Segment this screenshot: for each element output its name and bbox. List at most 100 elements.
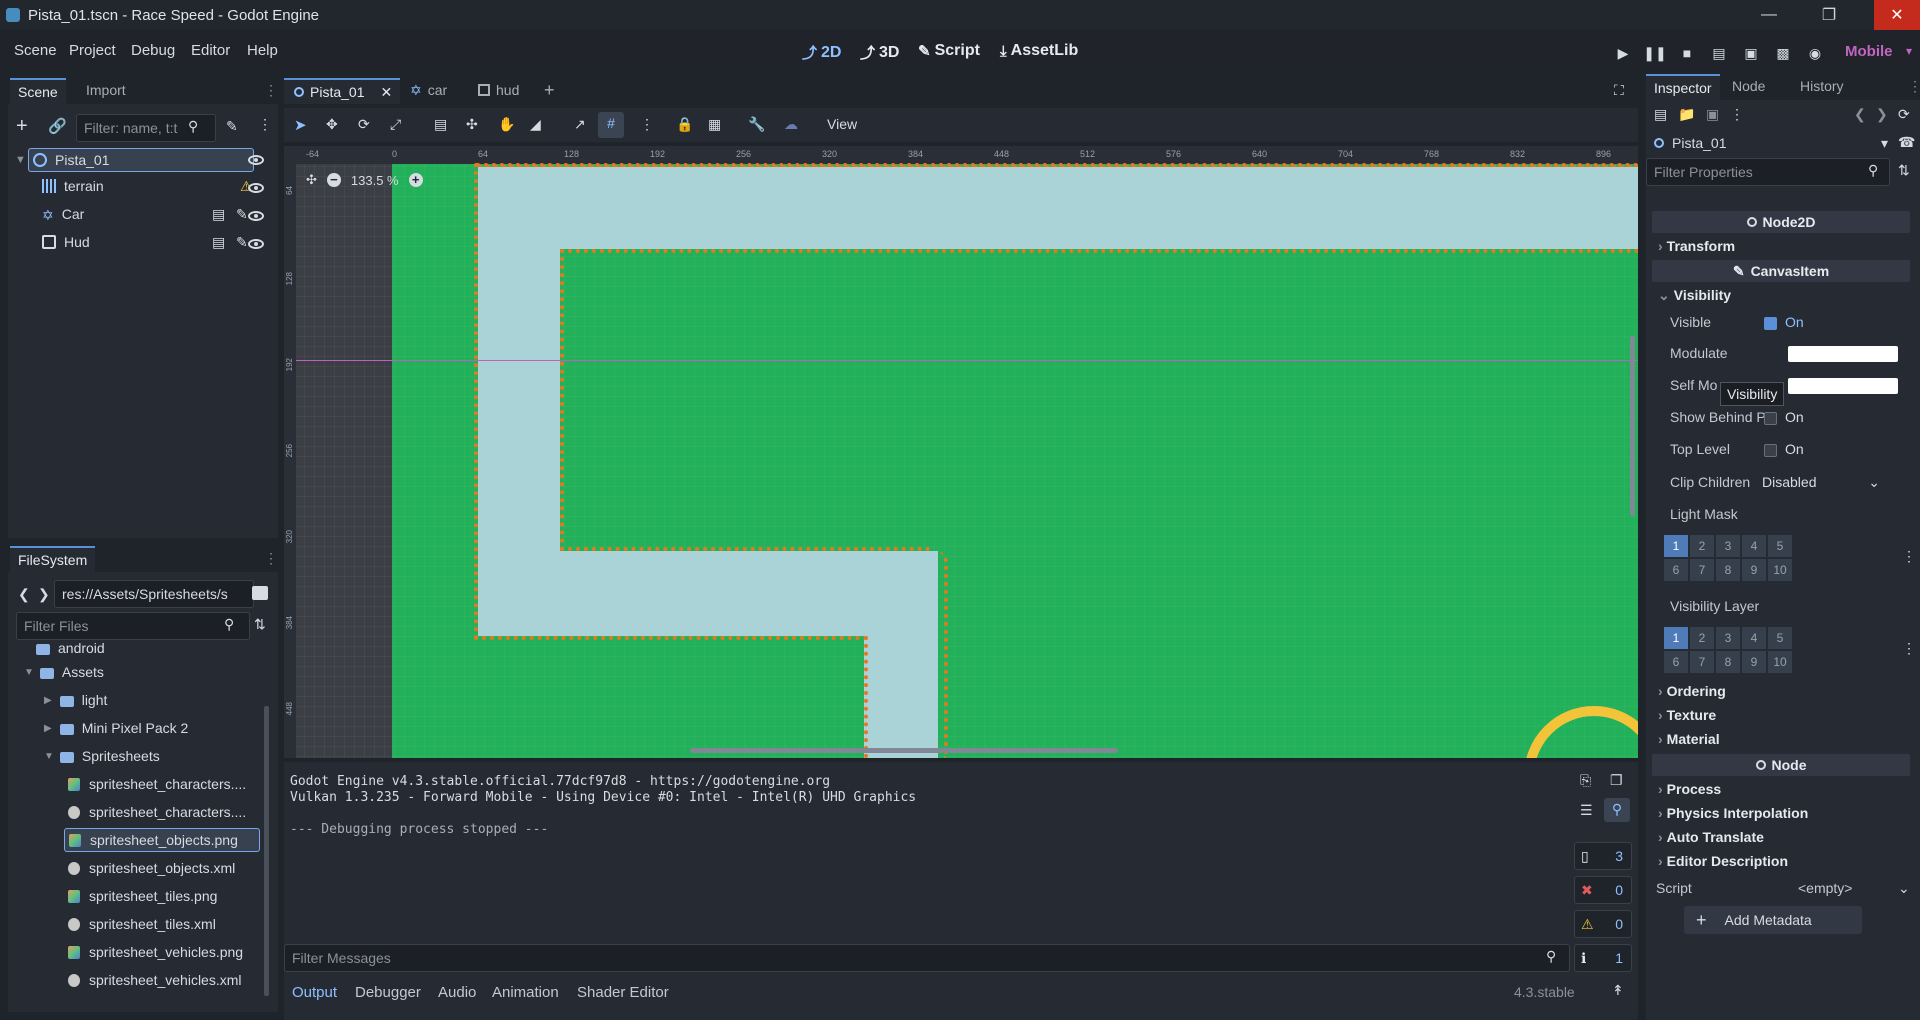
object-selector[interactable]: Pista_01 ▾ (1648, 130, 1888, 156)
chevron-down-icon[interactable]: ⌄ (1898, 880, 1910, 897)
history-back-icon[interactable]: ❮ (1854, 106, 1866, 123)
path-field[interactable]: res://Assets/Spritesheets/s (54, 580, 254, 608)
open-folder-icon[interactable]: 📁 (1678, 106, 1695, 123)
object-docs-icon[interactable]: ☎ (1898, 134, 1915, 151)
save-icon[interactable]: ▣ (1706, 106, 1719, 123)
collapse-icon[interactable]: ☰ (1580, 802, 1593, 819)
script-icon[interactable]: ✎ (236, 206, 248, 223)
add-node-icon[interactable]: + (16, 115, 28, 138)
menu-help[interactable]: Help (247, 42, 278, 59)
tree-node-terrain[interactable]: terrain ⚠ (42, 174, 278, 198)
open-scene-icon[interactable]: ▤ (212, 206, 225, 223)
pan-tool-icon[interactable]: ✋ (498, 116, 515, 133)
folder-spritesheets[interactable]: ▼ Spritesheets (44, 744, 160, 768)
tab-hud[interactable]: hud (478, 82, 519, 98)
object-history-icon[interactable]: ⟳ (1898, 106, 1910, 123)
layer-cell[interactable]: 3 (1716, 627, 1740, 649)
play-scene-icon[interactable]: ▣ (1742, 44, 1760, 62)
clip-children-select[interactable]: Disabled ⌄ (1762, 474, 1880, 490)
resource-menu-icon[interactable]: ⋮ (1730, 106, 1744, 123)
file-item[interactable]: spritesheet_objects.xml (68, 856, 235, 880)
search-icon[interactable]: ⚲ (1604, 798, 1630, 822)
folder-assets[interactable]: ▼ Assets (24, 660, 104, 684)
dock-menu-icon[interactable]: ⋮ (264, 82, 278, 99)
expand-panel-icon[interactable]: ↟ (1612, 982, 1624, 999)
play-icon[interactable]: ▶ (1614, 44, 1632, 62)
file-item-selected[interactable]: spritesheet_objects.png (64, 828, 260, 852)
center-view-icon[interactable]: ✣ (306, 172, 317, 188)
tab-animation[interactable]: Animation (492, 984, 559, 1001)
category-ordering[interactable]: › Ordering (1658, 683, 1726, 699)
dock-menu-icon[interactable]: ⋮ (264, 550, 278, 567)
scene-menu-icon[interactable]: ⋮ (258, 116, 272, 133)
filter-messages-input[interactable] (284, 944, 1570, 972)
split-mode-icon[interactable] (252, 586, 268, 600)
vertical-scrollbar[interactable] (1630, 336, 1635, 516)
workspace-script-button[interactable]: ✎ Script (918, 42, 980, 60)
layer-cell[interactable]: 3 (1716, 535, 1740, 557)
script-value[interactable]: <empty> (1798, 880, 1852, 896)
visibility-eye-icon[interactable] (248, 183, 264, 193)
category-editor-description[interactable]: › Editor Description (1658, 853, 1788, 869)
menu-editor[interactable]: Editor (191, 42, 230, 59)
smart-snap-icon[interactable]: ↗ (574, 116, 586, 133)
category-material[interactable]: › Material (1658, 731, 1720, 747)
tab-shader-editor[interactable]: Shader Editor (577, 984, 669, 1001)
category-texture[interactable]: › Texture (1658, 707, 1716, 723)
file-item[interactable]: spritesheet_tiles.xml (68, 912, 216, 936)
category-auto-translate[interactable]: › Auto Translate (1658, 829, 1764, 845)
self-modulate-color-swatch[interactable] (1788, 378, 1898, 394)
tree-node-car[interactable]: ✡ Car ▤ ✎ (42, 202, 278, 226)
workspace-2d-button[interactable]: ⤴ 2D (802, 42, 841, 63)
tab-debugger[interactable]: Debugger (355, 984, 421, 1001)
zoom-out-icon[interactable]: − (326, 173, 341, 187)
attach-script-icon[interactable]: ✎ (226, 118, 238, 135)
layer-cell[interactable]: 1 (1664, 535, 1688, 557)
tab-filesystem[interactable]: FileSystem (10, 546, 96, 572)
layer-cell[interactable]: 5 (1768, 535, 1792, 557)
layer-menu-icon[interactable]: ⋮ (1902, 548, 1916, 565)
close-tab-icon[interactable]: ✕ (380, 84, 392, 101)
dock-menu-icon[interactable]: ⋮ (1908, 78, 1920, 95)
view-menu[interactable]: View (827, 116, 857, 132)
layer-cell[interactable]: 10 (1768, 559, 1792, 581)
tab-inspector[interactable]: Inspector (1646, 74, 1720, 100)
category-physics-interpolation[interactable]: › Physics Interpolation (1658, 805, 1808, 821)
minimize-icon[interactable]: — (1746, 0, 1792, 30)
workspace-3d-button[interactable]: ⤴ 3D (860, 42, 899, 63)
layer-cell[interactable]: 1 (1664, 627, 1688, 649)
property-options-icon[interactable]: ⇅ (1898, 162, 1910, 179)
sort-icon[interactable]: ⇅ (254, 616, 266, 633)
layer-cell[interactable]: 7 (1690, 559, 1714, 581)
move-tool-icon[interactable]: ✥ (326, 116, 338, 133)
file-item[interactable]: spritesheet_vehicles.png (68, 940, 243, 964)
tab-output[interactable]: Output (292, 984, 337, 1001)
zoom-in-icon[interactable]: + (408, 173, 423, 187)
layer-cell[interactable]: 4 (1742, 535, 1766, 557)
copy-icon[interactable]: ⎘ (1580, 772, 1591, 789)
scale-tool-icon[interactable]: ⤢ (390, 116, 401, 133)
open-scene-icon[interactable]: ▤ (212, 234, 225, 251)
folder-mini-pixel-pack[interactable]: ▶ Mini Pixel Pack 2 (44, 716, 188, 740)
zoom-level[interactable]: 133.5 % (351, 173, 399, 188)
script-icon[interactable]: ✎ (236, 234, 248, 251)
snap-options-icon[interactable]: ⋮ (640, 116, 654, 133)
rotate-tool-icon[interactable]: ⟳ (358, 116, 370, 133)
tab-history[interactable]: History (1792, 74, 1852, 100)
restore-icon[interactable]: ❐ (1806, 0, 1852, 30)
remote-debug-icon[interactable]: ▤ (1710, 44, 1728, 62)
pivot-tool-icon[interactable]: ✣ (466, 116, 478, 133)
new-resource-icon[interactable]: ▤ (1654, 106, 1667, 123)
error-count[interactable]: ✖ 0 (1574, 876, 1632, 904)
menu-project[interactable]: Project (69, 42, 116, 59)
layer-cell[interactable]: 10 (1768, 651, 1792, 673)
movie-maker-icon[interactable]: ◉ (1806, 44, 1824, 62)
scrollbar[interactable] (264, 706, 269, 996)
layer-cell[interactable]: 7 (1690, 651, 1714, 673)
layer-menu-icon[interactable]: ⋮ (1902, 640, 1916, 657)
layer-cell[interactable]: 6 (1664, 559, 1688, 581)
add-metadata-button[interactable]: + Add Metadata (1684, 906, 1862, 934)
add-tab-icon[interactable]: + (544, 80, 555, 101)
layer-cell[interactable]: 4 (1742, 627, 1766, 649)
category-process[interactable]: › Process (1658, 781, 1721, 797)
